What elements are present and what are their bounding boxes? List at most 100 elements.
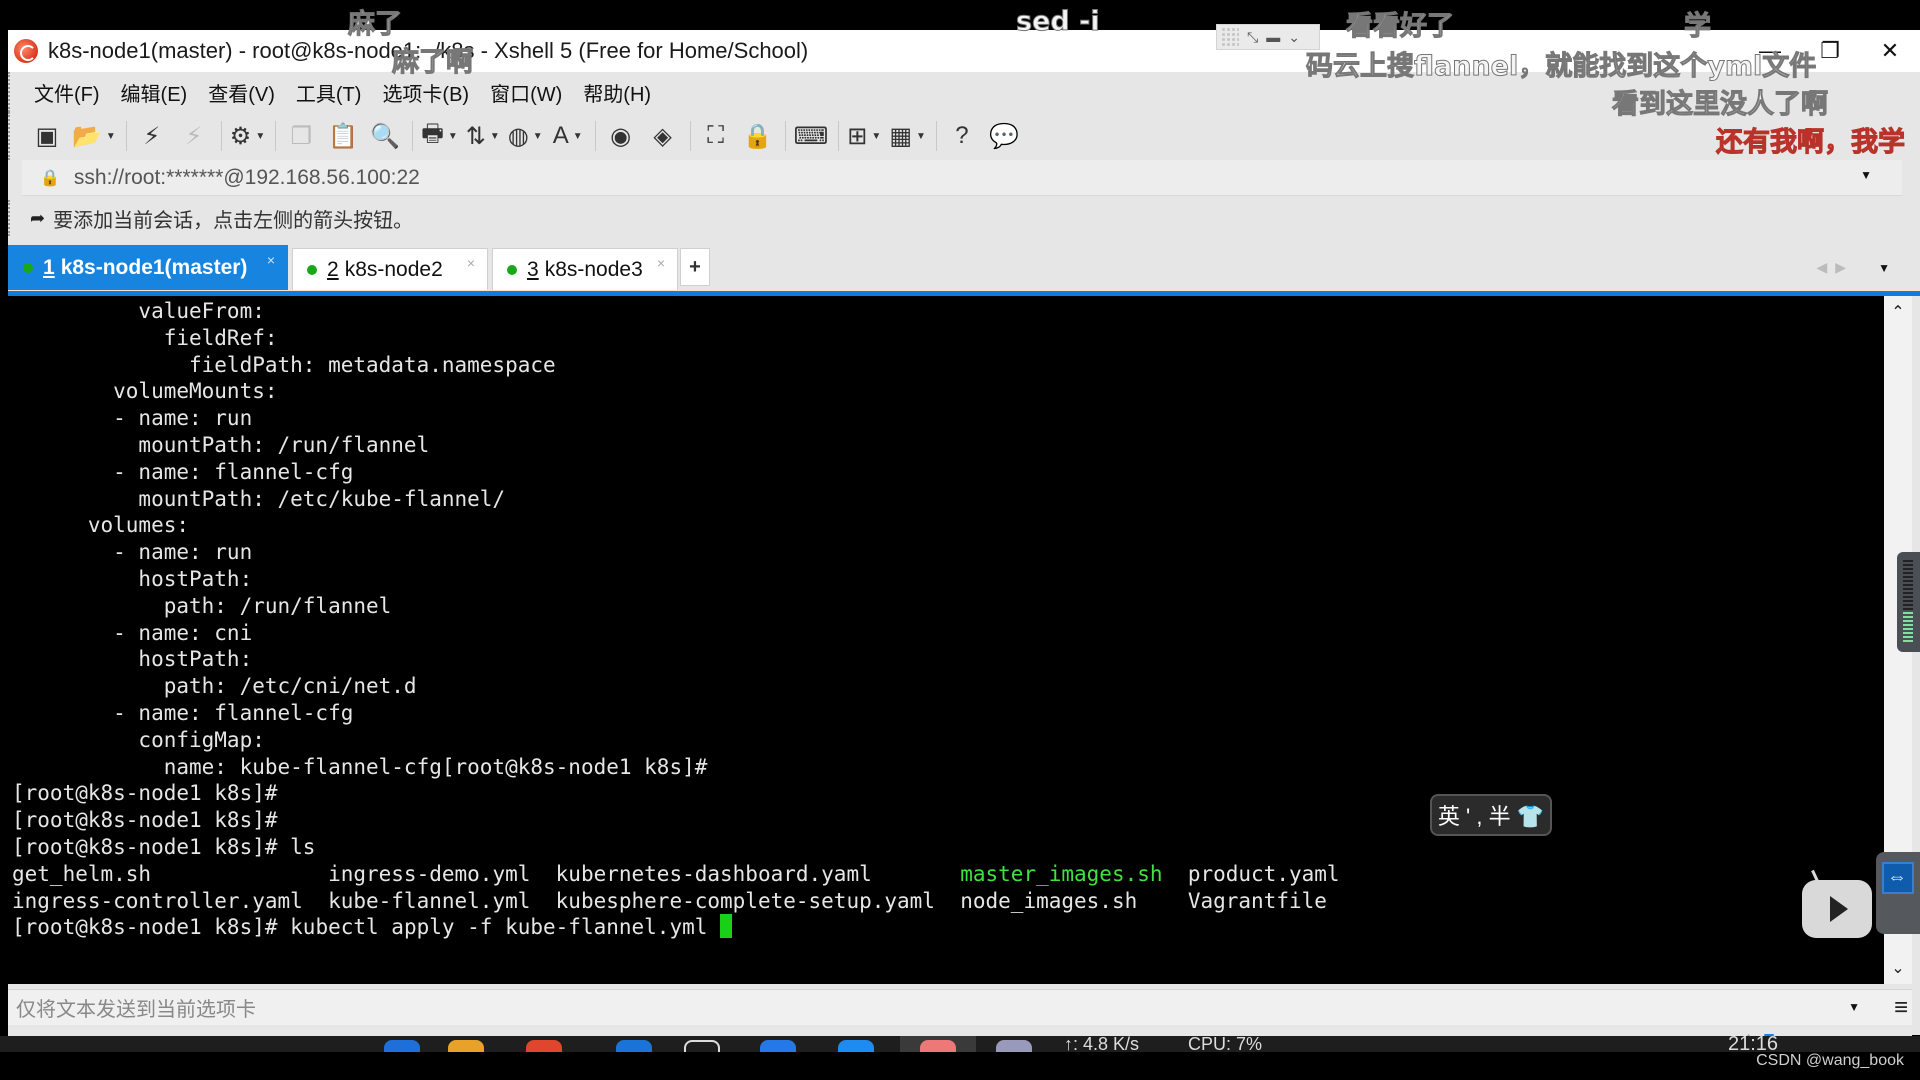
- font-button[interactable]: A ▼: [551, 119, 585, 153]
- taskbar-xshell-icon[interactable]: [920, 1040, 956, 1052]
- tab-list-dropdown-icon[interactable]: ▼: [1878, 261, 1890, 275]
- menu-tabs[interactable]: 选项卡(B): [382, 78, 469, 107]
- new-session-button[interactable]: ▣: [30, 119, 64, 153]
- menu-view[interactable]: 查看(V): [208, 78, 275, 107]
- ime-indicator[interactable]: 英 ' , 半 👕: [1430, 794, 1552, 836]
- transfer-button[interactable]: ⇅ ▼: [466, 119, 500, 153]
- taskbar-virtualbox-icon[interactable]: [996, 1040, 1032, 1052]
- minimize-ribbon-icon[interactable]: ▬: [1266, 29, 1280, 45]
- disconnect-icon: ⚡: [185, 122, 203, 150]
- help-button[interactable]: ?: [945, 119, 979, 153]
- dropdown-arrow-icon[interactable]: ▼: [573, 131, 583, 142]
- keyboard-button[interactable]: ⌨: [794, 119, 829, 153]
- tab-number: 2: [327, 257, 339, 281]
- add-tab-button[interactable]: ⊞ ▼: [847, 119, 881, 153]
- compress-icon[interactable]: ⤡: [1247, 29, 1258, 46]
- close-tab-icon[interactable]: ×: [267, 252, 275, 268]
- terminal-line: mountPath: /run/flannel: [12, 432, 430, 457]
- taskbar-folder-icon[interactable]: [448, 1040, 484, 1052]
- session-hint-bar: ➦ 要添加当前会话，点击左侧的箭头按钮。: [8, 200, 1920, 236]
- properties-button[interactable]: ⚙ ▼: [230, 119, 265, 153]
- drag-grip-icon[interactable]: [1221, 27, 1239, 47]
- dropdown-arrow-icon[interactable]: ▼: [916, 131, 926, 142]
- hamburger-menu-icon[interactable]: ≡: [1894, 994, 1908, 1022]
- new-session-icon: ▣: [35, 122, 59, 150]
- layout-button[interactable]: ▦ ▼: [889, 119, 926, 153]
- xmanager-button[interactable]: ◈: [646, 119, 680, 153]
- fullscreen-button[interactable]: ⛶: [699, 119, 733, 153]
- chat-button[interactable]: 💬: [987, 119, 1021, 153]
- disconnect-button[interactable]: ⚡: [177, 119, 211, 153]
- terminal-line: mountPath: /etc/kube-flannel/: [12, 486, 506, 511]
- cpu-usage: CPU: 7%: [1188, 1036, 1263, 1052]
- menu-window[interactable]: 窗口(W): [490, 78, 562, 107]
- dropdown-arrow-icon[interactable]: ▼: [106, 131, 116, 142]
- command-line[interactable]: [root@k8s-node1 k8s]# kubectl apply -f k…: [12, 914, 1340, 941]
- dropdown-arrow-icon[interactable]: ▼: [871, 131, 881, 142]
- menu-tools[interactable]: 工具(T): [296, 78, 362, 107]
- close-tab-icon[interactable]: ×: [657, 255, 665, 271]
- print-button[interactable]: 🖶 ▼: [421, 119, 458, 153]
- dropdown-arrow-icon[interactable]: ▼: [533, 131, 543, 142]
- globe-button[interactable]: ◍ ▼: [508, 119, 543, 153]
- menu-help[interactable]: 帮助(H): [583, 78, 651, 107]
- volume-meter-widget[interactable]: [1897, 552, 1920, 652]
- reconnect-button[interactable]: ⚡: [135, 119, 169, 153]
- add-session-arrow-icon[interactable]: ➦: [30, 208, 45, 229]
- open-folder-icon: 📂: [72, 122, 102, 150]
- menu-file[interactable]: 文件(F): [34, 78, 100, 107]
- copy-button[interactable]: ❐: [284, 119, 318, 153]
- address-dropdown-icon[interactable]: ▼: [1860, 168, 1872, 182]
- chevron-down-icon[interactable]: ⌄: [1288, 29, 1300, 46]
- lock-button[interactable]: 🔒: [741, 119, 775, 153]
- find-button[interactable]: 🔍: [368, 119, 402, 153]
- danmaku-comment: 看看好了: [1346, 11, 1455, 43]
- teamviewer-widget[interactable]: [1876, 852, 1920, 934]
- xftp-button[interactable]: ◉: [604, 119, 638, 153]
- ls-output-row: get_helm.sh ingress-demo.yml kubernetes-…: [12, 861, 1340, 888]
- tab-k8s-node2[interactable]: 2 k8s-node2 ×: [292, 248, 488, 290]
- close-tab-icon[interactable]: ×: [467, 255, 475, 271]
- close-button[interactable]: ✕: [1860, 30, 1920, 72]
- scroll-up-icon[interactable]: ⌃: [1884, 302, 1912, 322]
- compose-dropdown-icon[interactable]: ▼: [1848, 1000, 1860, 1014]
- tab-k8s-node1[interactable]: 1 k8s-node1(master) ×: [8, 245, 288, 290]
- toolbar-separator: [275, 121, 277, 151]
- dropdown-arrow-icon[interactable]: ▼: [448, 131, 458, 142]
- system-clock: 21:16: [1728, 1033, 1779, 1055]
- open-folder-button[interactable]: 📂 ▼: [72, 119, 116, 153]
- tab-scroll-arrows[interactable]: ◀▶: [1816, 259, 1854, 276]
- terminal-line: fieldRef:: [12, 325, 278, 350]
- menu-edit[interactable]: 编辑(E): [121, 78, 188, 107]
- address-bar[interactable]: 🔒 ssh://root:*******@192.168.56.100:22 ▼: [22, 160, 1902, 196]
- tab-k8s-node3[interactable]: 3 k8s-node3 ×: [492, 248, 678, 290]
- taskbar-chrome-icon[interactable]: [526, 1040, 562, 1052]
- taskbar-app-icon[interactable]: [760, 1040, 796, 1052]
- compose-bar[interactable]: 仅将文本发送到当前选项卡 ▼ ≡: [8, 989, 1912, 1025]
- tab-bar: 1 k8s-node1(master) × 2 k8s-node2 × 3 k8…: [8, 245, 1920, 296]
- taskbar-edge-icon[interactable]: [384, 1040, 420, 1052]
- taskbar-app-icon[interactable]: [838, 1040, 874, 1052]
- terminal-line: path: /etc/cni/net.d: [12, 674, 417, 699]
- scroll-down-icon[interactable]: ⌄: [1884, 958, 1912, 978]
- toolbar-separator: [412, 121, 414, 151]
- address-input[interactable]: ssh://root:*******@192.168.56.100:22: [74, 166, 420, 190]
- taskbar-github-icon[interactable]: [684, 1040, 720, 1052]
- new-tab-button[interactable]: +: [680, 248, 710, 286]
- dropdown-arrow-icon[interactable]: ▼: [255, 131, 265, 142]
- toolbar-collapse-widget[interactable]: ⤡ ▬ ⌄: [1216, 24, 1320, 50]
- file-entry: kube-flannel.yml: [328, 888, 556, 913]
- dropdown-arrow-icon[interactable]: ▼: [490, 131, 500, 142]
- terminal-line: hostPath:: [12, 566, 253, 591]
- session-hint-text: 要添加当前会话，点击左侧的箭头按钮。: [53, 209, 414, 232]
- terminal[interactable]: valueFrom: fieldRef: fieldPath: metadata…: [8, 296, 1884, 984]
- current-command: kubectl apply -f kube-flannel.yml: [290, 915, 721, 940]
- reconnect-icon: ⚡: [143, 122, 161, 150]
- tab-number: 1: [43, 256, 55, 279]
- bilibili-play-icon[interactable]: [1802, 880, 1872, 938]
- paste-button[interactable]: 📋: [326, 119, 360, 153]
- globe-icon: ◍: [507, 122, 529, 150]
- compose-input[interactable]: 仅将文本发送到当前选项卡: [16, 993, 256, 1022]
- taskbar-app-icon[interactable]: [616, 1040, 652, 1052]
- terminal-line: - name: flannel-cfg: [12, 459, 354, 484]
